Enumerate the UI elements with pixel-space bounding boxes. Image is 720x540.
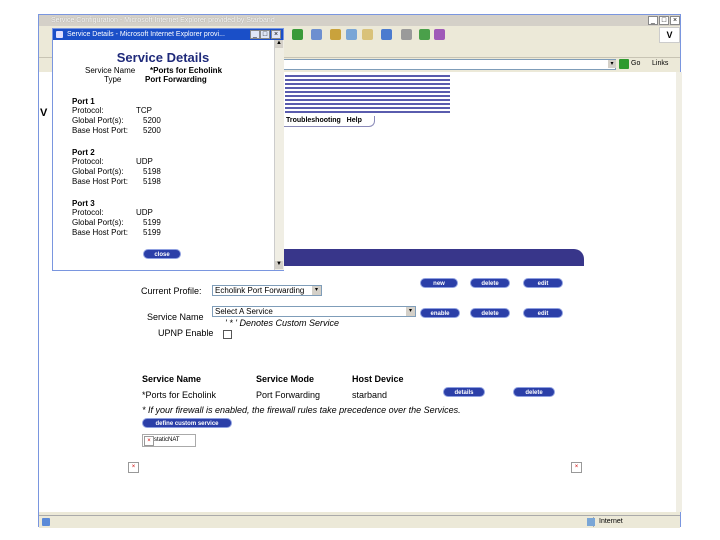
header-stripes-graphic xyxy=(285,75,450,115)
broken-image-icon-right: × xyxy=(571,462,582,473)
firewall-note: * If your firewall is enabled, the firew… xyxy=(142,405,461,415)
media-icon[interactable] xyxy=(346,29,357,40)
edit-service-button[interactable]: edit xyxy=(523,308,563,318)
define-custom-service-button[interactable]: define custom service xyxy=(142,418,232,428)
partial-logo-letter: V xyxy=(40,107,48,119)
edit-profile-button[interactable]: edit xyxy=(523,278,563,288)
zone-label: Internet xyxy=(599,518,623,525)
popup-minimize-button[interactable]: _ xyxy=(250,30,260,39)
port-2-protocol: UDP xyxy=(136,157,153,166)
address-dropdown-icon[interactable]: ▾ xyxy=(608,60,616,68)
port-1-base: 5200 xyxy=(143,126,161,135)
static-nat-image: × staticNAT xyxy=(142,434,196,447)
minimize-button[interactable]: _ xyxy=(648,16,658,25)
port-3-global-label: Global Port(s): xyxy=(72,218,124,227)
port-2-base-label: Base Host Port: xyxy=(72,177,129,186)
history-icon[interactable] xyxy=(362,29,373,40)
scroll-down-icon[interactable]: ▼ xyxy=(275,261,283,269)
port-1-global: 5200 xyxy=(143,116,161,125)
popup-close-button[interactable]: × xyxy=(271,30,281,39)
print-icon[interactable] xyxy=(401,29,412,40)
windows-logo-icon: V xyxy=(659,27,680,43)
status-bar: Internet xyxy=(39,515,680,528)
main-title-bar: Service Configuration - Microsoft Intern… xyxy=(39,15,680,26)
internet-zone-icon xyxy=(587,518,595,526)
popup-type-value: Port Forwarding xyxy=(145,75,207,84)
port-3-base: 5199 xyxy=(143,228,161,237)
favorites-icon[interactable] xyxy=(330,29,341,40)
popup-window-title: Service Details - Microsoft Internet Exp… xyxy=(67,31,225,38)
chevron-down-icon: ▾ xyxy=(312,286,321,295)
popup-type-label: Type xyxy=(104,75,122,84)
mail-icon[interactable] xyxy=(381,29,392,40)
go-arrow-icon[interactable] xyxy=(619,59,629,69)
menu-item-help[interactable]: Help xyxy=(347,117,362,124)
col-header-host-device: Host Device xyxy=(352,374,404,384)
port-1-protocol: TCP xyxy=(136,106,152,115)
popup-scrollbar[interactable]: ▲ ▼ xyxy=(274,40,284,270)
edit-icon[interactable] xyxy=(419,29,430,40)
popup-title-bar: Service Details - Microsoft Internet Exp… xyxy=(53,29,283,40)
menu-item-troubleshooting[interactable]: Troubleshooting xyxy=(286,117,341,124)
port-3-protocol: UDP xyxy=(136,208,153,217)
row-host-device: starband xyxy=(352,390,388,400)
close-window-button[interactable]: × xyxy=(670,16,680,25)
top-menu: Troubleshooting Help xyxy=(282,116,375,127)
enable-service-button[interactable]: enable xyxy=(420,308,460,318)
row-service-name: *Ports for Echolink xyxy=(142,390,217,400)
upnp-label: UPNP Enable xyxy=(158,328,214,338)
col-header-service-mode: Service Mode xyxy=(256,374,315,384)
main-window-title: Service Configuration - Microsoft Intern… xyxy=(51,17,275,24)
profile-select[interactable]: Echolink Port Forwarding ▾ xyxy=(212,285,322,296)
chevron-down-icon: ▾ xyxy=(406,307,415,316)
port-2-protocol-label: Protocol: xyxy=(72,157,104,166)
delete-row-button[interactable]: delete xyxy=(513,387,555,397)
maximize-button[interactable]: □ xyxy=(659,16,669,25)
port-1-global-label: Global Port(s): xyxy=(72,116,124,125)
port-3-base-label: Base Host Port: xyxy=(72,228,129,237)
details-button[interactable]: details xyxy=(443,387,485,397)
port-2-global-label: Global Port(s): xyxy=(72,167,124,176)
service-select[interactable]: Select A Service ▾ xyxy=(212,306,416,317)
page-vertical-scrollbar[interactable] xyxy=(676,72,682,512)
port-3-protocol-label: Protocol: xyxy=(72,208,104,217)
new-profile-button[interactable]: new xyxy=(420,278,458,288)
popup-maximize-button[interactable]: □ xyxy=(260,30,270,39)
ie-icon xyxy=(56,31,63,38)
messenger-icon[interactable] xyxy=(434,29,445,40)
col-header-service-name: Service Name xyxy=(142,374,202,384)
page-status-icon xyxy=(42,518,50,526)
popup-heading: Service Details xyxy=(116,50,210,65)
upnp-checkbox[interactable] xyxy=(223,330,232,339)
custom-service-note: ' * ' Denotes Custom Service xyxy=(225,318,339,328)
home-icon[interactable] xyxy=(292,29,303,40)
go-label[interactable]: Go xyxy=(631,60,640,67)
port-2-global: 5198 xyxy=(143,167,161,176)
port-3-global: 5199 xyxy=(143,218,161,227)
row-service-mode: Port Forwarding xyxy=(256,390,321,400)
broken-image-icon-left: × xyxy=(128,462,139,473)
search-icon[interactable] xyxy=(311,29,322,40)
port-2-base: 5198 xyxy=(143,177,161,186)
current-profile-label: Current Profile: xyxy=(141,286,202,296)
broken-image-icon: × xyxy=(144,436,154,446)
port-1-protocol-label: Protocol: xyxy=(72,106,104,115)
links-label[interactable]: Links xyxy=(652,60,668,67)
delete-profile-button[interactable]: delete xyxy=(470,278,510,288)
popup-close-link-button[interactable]: close xyxy=(143,249,181,259)
section-banner xyxy=(282,249,584,266)
scroll-up-icon[interactable]: ▲ xyxy=(275,40,283,48)
port-1-base-label: Base Host Port: xyxy=(72,126,129,135)
delete-service-button[interactable]: delete xyxy=(470,308,510,318)
service-name-label: Service Name xyxy=(147,312,204,322)
service-details-popup: Service Details - Microsoft Internet Exp… xyxy=(52,28,284,271)
